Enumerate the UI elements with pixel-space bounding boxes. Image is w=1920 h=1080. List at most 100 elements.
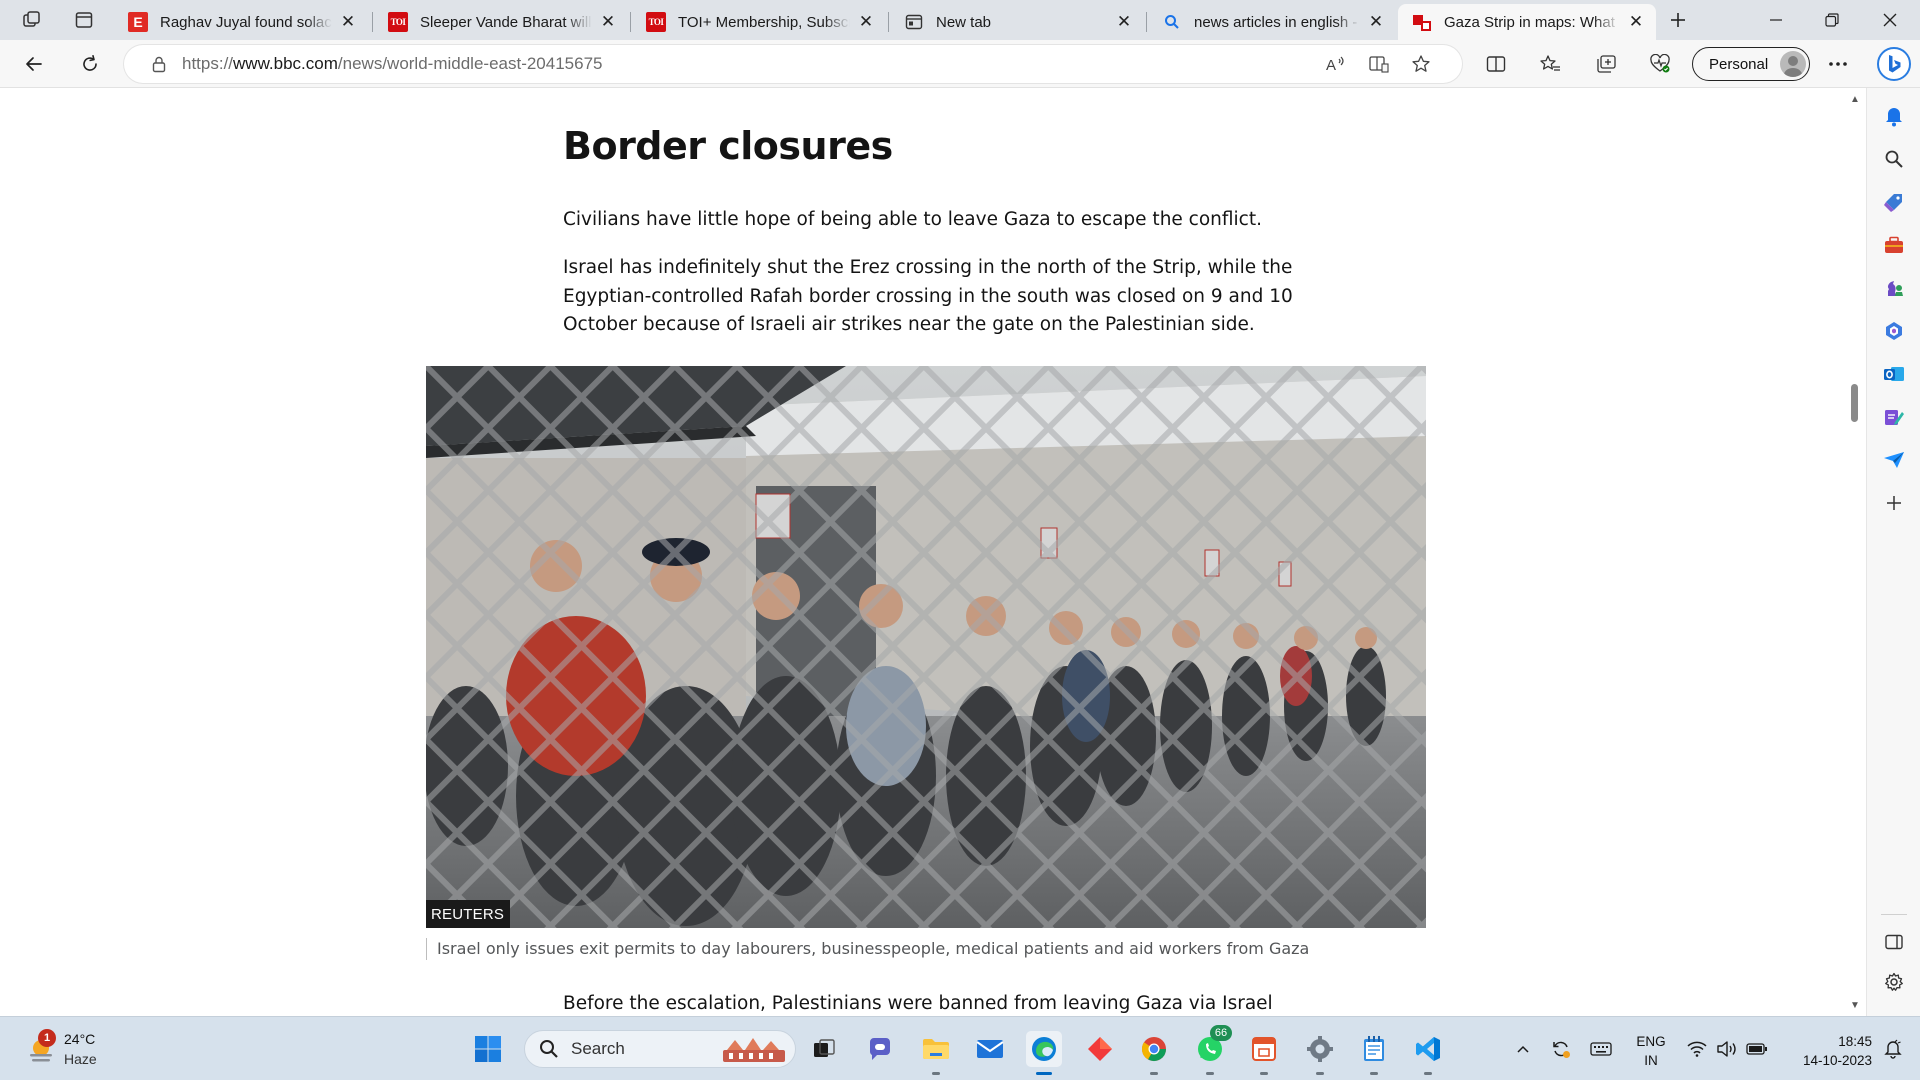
tab-actions-icon[interactable] <box>66 4 102 36</box>
office-diamond-icon[interactable] <box>1082 1031 1118 1067</box>
sync-update-icon[interactable] <box>1550 1039 1572 1059</box>
hide-sidebar-icon[interactable] <box>1880 928 1908 956</box>
tab-strip: E Raghav Juyal found solace ✕ TOI Sleepe… <box>0 0 1920 40</box>
tab-favicon: E <box>128 12 148 32</box>
volume-speaker-icon[interactable] <box>1716 1039 1738 1059</box>
lock-icon[interactable] <box>148 56 170 73</box>
workspaces-icon[interactable] <box>14 4 50 36</box>
minimize-icon[interactable] <box>1748 0 1804 40</box>
notifications-bell-icon[interactable] <box>1880 102 1908 130</box>
search-icon <box>1162 12 1182 32</box>
teams-chat-icon[interactable] <box>862 1031 898 1067</box>
microsoft-365-icon[interactable] <box>1880 317 1908 345</box>
scroll-up-arrow-icon[interactable]: ▲ <box>1849 94 1861 106</box>
drop-edit-icon[interactable] <box>1880 403 1908 431</box>
touch-keyboard-icon[interactable] <box>1590 1039 1612 1059</box>
battery-icon[interactable] <box>1746 1039 1768 1059</box>
tab-separator <box>888 12 889 32</box>
tab-news-search[interactable]: news articles in english - S ✕ <box>1148 4 1396 40</box>
immersive-reader-icon[interactable] <box>1364 50 1394 78</box>
task-view-icon[interactable] <box>806 1031 842 1067</box>
wifi-icon[interactable] <box>1686 1039 1708 1059</box>
outlook-icon[interactable] <box>1880 360 1908 388</box>
back-arrow-icon[interactable] <box>16 46 52 82</box>
tab-separator <box>1146 12 1147 32</box>
tab-new-tab[interactable]: New tab ✕ <box>890 4 1144 40</box>
sidebar-settings-gear-icon[interactable] <box>1880 968 1908 996</box>
address-bar[interactable]: https://www.bbc.com/news/world-middle-ea… <box>124 45 1462 83</box>
send-plane-icon[interactable] <box>1880 446 1908 474</box>
restore-icon[interactable] <box>1804 0 1860 40</box>
edge-browser-icon[interactable] <box>1026 1031 1062 1075</box>
shopping-tag-icon[interactable] <box>1880 188 1908 216</box>
tab-favicon: TOI <box>646 12 666 32</box>
profile-label: Personal <box>1709 55 1769 73</box>
article-photo: REUTERS <box>426 366 1426 928</box>
taskbar-search[interactable]: Search <box>524 1030 796 1068</box>
favorites-icon[interactable] <box>1532 46 1568 82</box>
tab-toi-membership[interactable]: TOI TOI+ Membership, Subscri ✕ <box>632 4 886 40</box>
article-paragraph: Before the escalation, Palestinians were… <box>563 993 1273 1014</box>
tab-title: Gaza Strip in maps: What i <box>1444 13 1620 31</box>
url-domain: www.bbc.com <box>233 54 338 73</box>
browser-essentials-icon[interactable] <box>1642 46 1678 82</box>
photo-illustration <box>426 366 1426 928</box>
windows-start-icon[interactable] <box>470 1031 506 1067</box>
whatsapp-icon[interactable]: 66 <box>1192 1025 1232 1075</box>
tab-sleeper-vande-bharat[interactable]: TOI Sleeper Vande Bharat will c ✕ <box>374 4 628 40</box>
language-code: ENG <box>1636 1034 1666 1049</box>
tools-briefcase-icon[interactable] <box>1880 231 1908 259</box>
scrollbar-thumb[interactable] <box>1851 384 1858 422</box>
collections-icon[interactable] <box>1588 46 1624 82</box>
favorite-star-icon[interactable] <box>1406 50 1436 78</box>
svg-text:A: A <box>1326 57 1336 73</box>
address-url[interactable]: https://www.bbc.com/news/world-middle-ea… <box>182 54 603 74</box>
notification-center-bell-icon[interactable] <box>1882 1039 1904 1059</box>
article-paragraph: Civilians have little hope of being able… <box>563 209 1262 230</box>
close-tab-icon[interactable]: ✕ <box>858 12 874 31</box>
input-language-indicator[interactable]: ENG IN <box>1634 1032 1668 1070</box>
new-tab-plus-icon[interactable] <box>1660 4 1696 36</box>
weather-widget[interactable]: 1 24°C Haze <box>22 1029 142 1071</box>
section-heading: Border closures <box>563 124 893 168</box>
notepad-icon[interactable] <box>1356 1031 1392 1075</box>
more-options-icon[interactable] <box>1820 46 1856 82</box>
bing-copilot-icon[interactable] <box>1874 44 1914 84</box>
vscode-icon[interactable] <box>1410 1031 1446 1075</box>
read-aloud-icon[interactable]: A <box>1320 50 1350 78</box>
running-indicator <box>1206 1072 1214 1075</box>
settings-gear-icon[interactable] <box>1302 1031 1338 1075</box>
tab-separator <box>630 12 631 32</box>
scroll-down-arrow-icon[interactable]: ▼ <box>1849 1000 1861 1012</box>
close-tab-icon[interactable]: ✕ <box>1628 12 1644 31</box>
taskbar-search-icon <box>540 1040 558 1058</box>
mail-icon[interactable] <box>972 1031 1008 1067</box>
running-indicator <box>1316 1072 1324 1075</box>
games-chess-icon[interactable] <box>1880 274 1908 302</box>
system-clock[interactable]: 18:45 14-10-2023 <box>1780 1032 1872 1070</box>
url-path: /news/world-middle-east-20415675 <box>337 54 603 73</box>
show-hidden-icons-chevron-up-icon[interactable] <box>1512 1039 1534 1059</box>
url-scheme: https:// <box>182 54 234 73</box>
tab-raghav-juyal[interactable]: E Raghav Juyal found solace ✕ <box>114 4 368 40</box>
close-tab-icon[interactable]: ✕ <box>600 12 616 31</box>
office-app-icon[interactable] <box>1246 1031 1282 1075</box>
split-screen-icon[interactable] <box>1478 46 1514 82</box>
search-highlight-landmark-icon <box>723 1038 785 1062</box>
close-window-icon[interactable] <box>1862 0 1918 40</box>
bbc-map-icon <box>1412 12 1432 32</box>
sidebar-search-icon[interactable] <box>1880 145 1908 173</box>
taskbar-search-placeholder: Search <box>571 1039 625 1058</box>
close-tab-icon[interactable]: ✕ <box>340 12 356 31</box>
file-explorer-icon[interactable] <box>918 1031 954 1075</box>
tab-gaza-strip-maps[interactable]: Gaza Strip in maps: What i ✕ <box>1398 4 1656 40</box>
close-tab-icon[interactable]: ✕ <box>1116 12 1132 31</box>
language-region: IN <box>1644 1053 1658 1068</box>
chrome-icon[interactable] <box>1136 1031 1172 1075</box>
add-sidebar-app-plus-icon[interactable] <box>1880 489 1908 517</box>
running-indicator <box>932 1072 940 1075</box>
page-scrollbar[interactable]: ▲ ▼ <box>1847 90 1863 1016</box>
profile-button[interactable]: Personal <box>1692 47 1810 81</box>
close-tab-icon[interactable]: ✕ <box>1368 12 1384 31</box>
refresh-icon[interactable] <box>72 46 108 82</box>
